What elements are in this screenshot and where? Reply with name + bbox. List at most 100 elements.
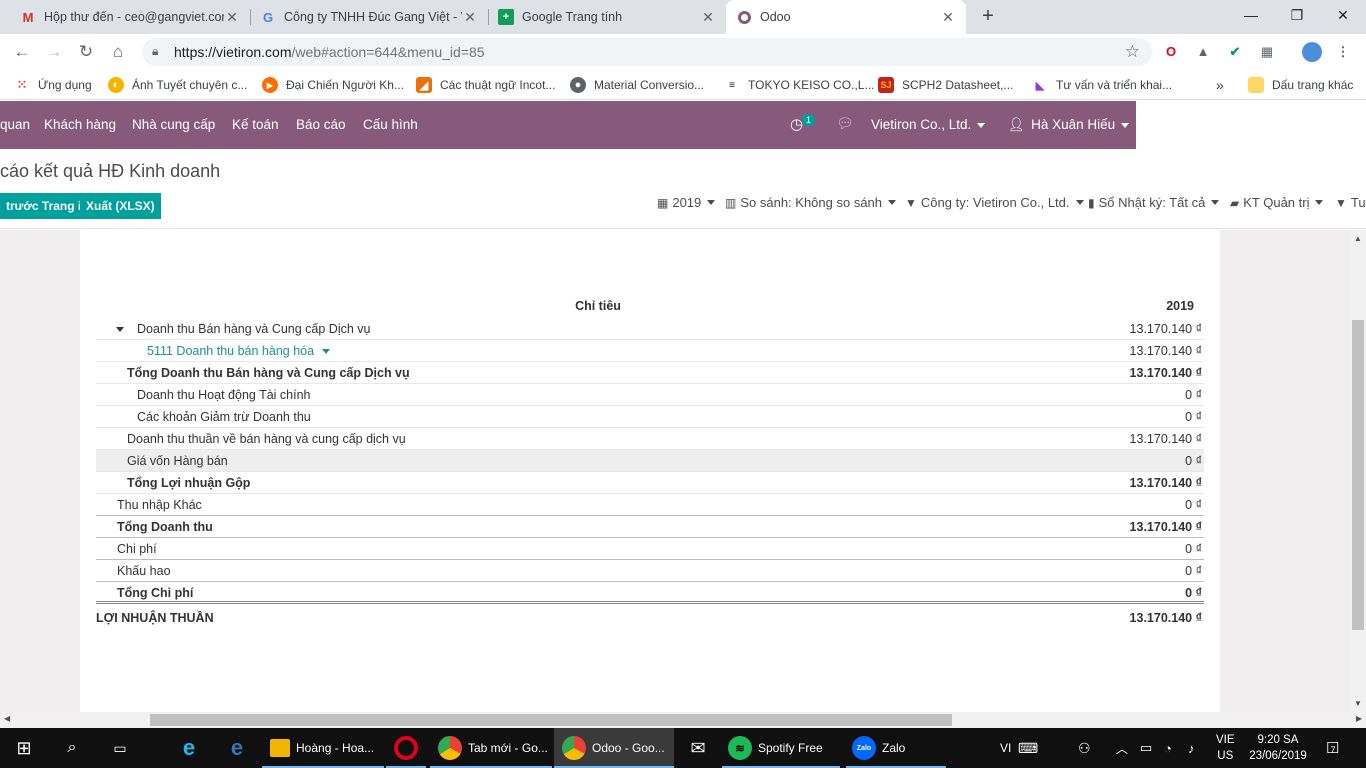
- table-row[interactable]: Các khoản Giảm trừ Doanh thu 0 ₫: [96, 406, 1204, 428]
- bookmark-apps[interactable]: ⁙ Ứng dụng: [14, 76, 92, 94]
- table-row[interactable]: Giá vốn Hàng bán 0 ₫: [96, 450, 1204, 472]
- internet-explorer-icon[interactable]: e: [170, 728, 208, 768]
- table-row[interactable]: Doanh thu Hoạt động Tài chính 0 ₫: [96, 384, 1204, 406]
- table-row[interactable]: Doanh thu thuần về bán hàng và cung cấp …: [96, 428, 1204, 450]
- scroll-up-icon[interactable]: ▲: [1350, 234, 1366, 243]
- layout-extension-icon[interactable]: ▦: [1258, 43, 1276, 61]
- reload-icon[interactable]: ↻: [74, 40, 98, 64]
- keyboard-icon[interactable]: ⌨: [1018, 728, 1038, 768]
- taskbar-app-label: Odoo - Goo...: [592, 741, 665, 755]
- taskbar-app-zalo[interactable]: Zalo Zalo: [846, 728, 946, 768]
- browser-tab-google[interactable]: G Công ty TNHH Đúc Gang Việt - V ✕: [250, 0, 488, 34]
- menu-accounting[interactable]: Kế toán: [232, 117, 279, 132]
- table-row[interactable]: Khấu hao 0 ₫: [96, 560, 1204, 582]
- menu-customers[interactable]: Khách hàng: [44, 117, 116, 132]
- bookmark-dai-chien[interactable]: ▶ Đại Chiến Người Kh...: [262, 76, 404, 94]
- taskbar-app-explorer[interactable]: Hoàng - Hoa...: [262, 728, 384, 768]
- row-value: 0 ₫: [1185, 410, 1202, 424]
- forward-icon[interactable]: →: [42, 40, 66, 64]
- browser-tab-odoo[interactable]: Odoo ✕: [726, 0, 966, 34]
- menu-vendors[interactable]: Nhà cung cấp: [132, 117, 215, 132]
- scrollbar-thumb[interactable]: [150, 714, 952, 726]
- filter-label: Công ty: Vietiron Co., Ltd.: [920, 195, 1070, 210]
- taskbar-app-spotify[interactable]: ≋ Spotify Free: [722, 728, 840, 768]
- caret-down-icon[interactable]: [116, 327, 124, 333]
- bookmark-tu-van[interactable]: ◣ Tư vấn và triển khai...: [1032, 76, 1172, 94]
- system-clock[interactable]: 9:20 SA 23/06/2019: [1238, 732, 1318, 764]
- scroll-right-icon[interactable]: ▶: [1356, 714, 1362, 723]
- back-icon[interactable]: ←: [10, 40, 34, 64]
- bookmark-material-conversion[interactable]: ● Material Conversio...: [570, 76, 704, 94]
- chevron-down-icon: [707, 200, 716, 205]
- opera-extension-icon[interactable]: O: [1162, 43, 1180, 61]
- vertical-scrollbar[interactable]: ▲ ▼: [1350, 230, 1366, 712]
- input-language-indicator[interactable]: VI: [1000, 728, 1011, 768]
- people-icon[interactable]: ⚇: [1078, 728, 1091, 768]
- language-switcher[interactable]: VIE US: [1216, 728, 1235, 768]
- export-xlsx-button[interactable]: Xuất (XLSX): [80, 193, 161, 219]
- search-icon[interactable]: ⌕: [48, 728, 96, 768]
- check-extension-icon[interactable]: ✔: [1226, 43, 1244, 61]
- volume-icon[interactable]: ♪: [1188, 728, 1195, 768]
- scrollbar-thumb[interactable]: [1352, 320, 1364, 630]
- chat-bubbles-icon[interactable]: 💬︎: [836, 115, 854, 132]
- more-bookmarks-icon[interactable]: »: [1216, 76, 1224, 94]
- close-tab-icon[interactable]: ✕: [462, 9, 478, 26]
- filter-year[interactable]: ▦ 2019: [657, 195, 716, 210]
- scroll-left-icon[interactable]: ◀: [4, 714, 10, 723]
- bookmark-star-icon[interactable]: ☆: [1125, 42, 1140, 62]
- action-center-icon[interactable]: ☐ 7: [1326, 728, 1339, 768]
- taskbar-app-opera[interactable]: [386, 728, 426, 768]
- filter-company[interactable]: ▼ Công ty: Vietiron Co., Ltd.: [905, 195, 1084, 210]
- profile-avatar[interactable]: [1302, 42, 1322, 62]
- bookmark-label: Ánh Tuyết chuyên c...: [132, 78, 248, 92]
- account-link[interactable]: 5111 Doanh thu bán hàng hóa: [147, 340, 330, 362]
- table-row[interactable]: Chi phí 0 ₫: [96, 538, 1204, 560]
- filter-more[interactable]: ▼ Tuỳ: [1335, 195, 1366, 210]
- activity-clock-icon[interactable]: ◷: [790, 115, 803, 133]
- taskbar-app-chrome-newtab[interactable]: Tab mới - Go...: [430, 728, 552, 768]
- bookmark-scph2[interactable]: SJ SCPH2 Datasheet,...: [878, 76, 1013, 94]
- browser-tab-gmail[interactable]: M Hộp thư đến - ceo@gangviet.com ✕: [10, 0, 250, 34]
- bookmark-incoterms[interactable]: ◢ Các thuật ngữ Incot...: [416, 76, 555, 94]
- home-icon[interactable]: ⌂: [106, 40, 130, 64]
- edge-icon[interactable]: e: [218, 728, 256, 768]
- company-switcher[interactable]: Vietiron Co., Ltd.: [871, 117, 986, 132]
- activity-count-badge: 1: [802, 114, 816, 126]
- table-row[interactable]: 5111 Doanh thu bán hàng hóa 13.170.140 ₫: [96, 340, 1204, 362]
- close-tab-icon[interactable]: ✕: [224, 9, 240, 26]
- close-tab-icon[interactable]: ✕: [940, 9, 956, 26]
- table-row[interactable]: Thu nhập Khác 0 ₫: [96, 494, 1204, 516]
- caret-down-icon[interactable]: [321, 349, 330, 355]
- lock-icon[interactable]: 🔒︎: [152, 44, 158, 59]
- menu-configuration[interactable]: Cấu hình: [363, 117, 418, 132]
- table-row[interactable]: Doanh thu Bán hàng và Cung cấp Dịch vụ 1…: [96, 318, 1204, 340]
- user-menu[interactable]: 👤︎ Hà Xuân Hiếu: [1008, 117, 1130, 133]
- address-bar[interactable]: 🔒︎ https://vietiron.com/web#action=644&m…: [142, 38, 1152, 66]
- windows-start-icon[interactable]: ⊞: [0, 728, 48, 768]
- battery-icon[interactable]: ▭: [1140, 728, 1152, 768]
- bookmark-anh-tuyet[interactable]: ◐ Ánh Tuyết chuyên c...: [108, 76, 247, 94]
- bookmark-tokyo-keiso[interactable]: ≡ TOKYO KEISO CO.,L...: [724, 76, 874, 94]
- task-view-icon[interactable]: ▭: [96, 728, 144, 768]
- filter-analytic[interactable]: ▰ KT Quản trị: [1230, 195, 1324, 210]
- drive-extension-icon[interactable]: ▲: [1194, 43, 1212, 61]
- new-tab-icon[interactable]: +: [977, 5, 999, 27]
- scroll-down-icon[interactable]: ▼: [1350, 699, 1366, 708]
- show-hidden-icons-chevron-icon[interactable]: ︿: [1116, 728, 1128, 768]
- filter-compare[interactable]: ▥ So sánh: Không so sánh: [725, 195, 897, 210]
- menu-overview[interactable]: quan: [0, 117, 30, 132]
- filter-journal[interactable]: ▮ Sổ Nhật ký: Tất cả: [1088, 195, 1220, 210]
- close-window-icon[interactable]: ✕: [1320, 0, 1366, 30]
- browser-tab-sheets[interactable]: + Google Trang tính ✕: [488, 0, 726, 34]
- bookmark-other[interactable]: Dấu trang khác: [1248, 76, 1353, 94]
- taskbar-app-mail[interactable]: ✉: [678, 728, 718, 768]
- chrome-menu-icon[interactable]: ⋮: [1334, 43, 1352, 61]
- restore-icon[interactable]: ❐: [1274, 0, 1320, 30]
- close-tab-icon[interactable]: ✕: [700, 9, 716, 26]
- minimize-icon[interactable]: —: [1228, 0, 1274, 30]
- horizontal-scrollbar[interactable]: ◀ ▶: [0, 712, 1366, 728]
- network-icon[interactable]: ◔: [1164, 728, 1172, 768]
- taskbar-app-chrome-odoo[interactable]: Odoo - Goo...: [554, 728, 674, 768]
- menu-reports[interactable]: Báo cáo: [296, 117, 346, 132]
